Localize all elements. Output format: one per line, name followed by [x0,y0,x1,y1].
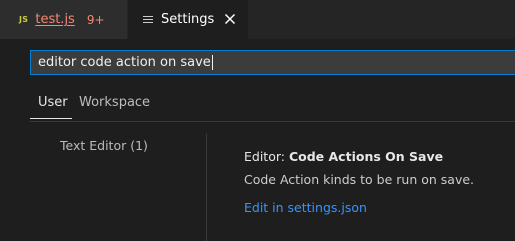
toc-item-text-editor[interactable]: Text Editor (1) [60,138,148,153]
toc-divider [206,134,207,241]
text-cursor [211,55,213,70]
tab-settings[interactable]: Settings [128,0,248,39]
setting-category: Editor: [244,149,289,164]
settings-search-input[interactable]: editor code action on save [30,50,515,75]
active-tab-indicator [30,118,72,119]
editor-tab-bar: JS test.js 9+ Settings [0,0,515,39]
close-icon[interactable] [223,12,237,26]
tab-label: Settings [161,12,215,27]
tab-workspace[interactable]: Workspace [79,95,150,110]
setting-name: Code Actions On Save [288,149,444,164]
search-query: editor code action on save [38,55,211,70]
problems-count-badge: 9+ [86,12,105,27]
setting-title: Editor: Code Actions On Save [244,149,443,164]
settings-list-icon [143,15,153,24]
tab-user[interactable]: User [38,95,68,110]
tab-test-js[interactable]: JS test.js 9+ [0,0,127,39]
setting-description: Code Action kinds to be run on save. [244,172,475,187]
edit-in-settings-json-link[interactable]: Edit in settings.json [244,200,367,215]
javascript-file-icon: JS [19,15,29,24]
settings-scope-tabs: User Workspace [30,88,515,122]
tab-label: test.js [35,12,75,27]
